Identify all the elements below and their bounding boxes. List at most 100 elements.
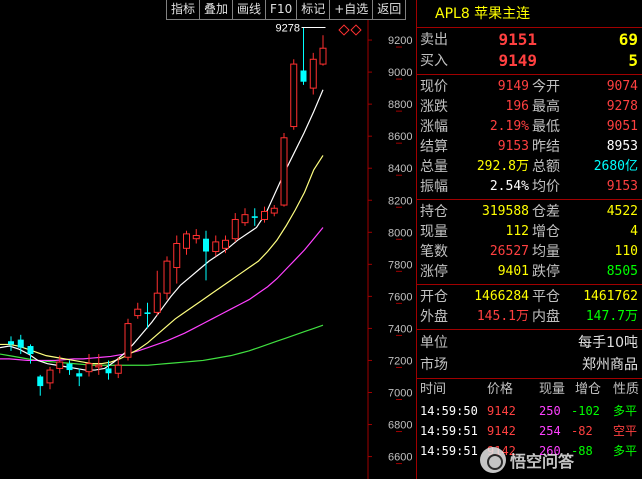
stat-value: 196 bbox=[505, 99, 529, 114]
tick-row: 14:59:51 9142 254 -82 空平 bbox=[417, 421, 642, 441]
stat-value: 1466284 bbox=[474, 289, 529, 304]
kline-chart[interactable]: 9200 9000 8800 8600 8400 8200 8000 7800 7600 7400… bbox=[0, 0, 416, 479]
stat-row: 涨停 9401 跌停 8505 bbox=[417, 262, 642, 282]
y-tick-label: 7200 bbox=[388, 355, 412, 367]
open-close-stats: 开仓 1466284 平仓 1461762 外盘 145.1万 内盘 147.7万 bbox=[417, 285, 642, 330]
stat-value: 1461762 bbox=[583, 289, 638, 304]
overlay-button[interactable]: 叠加 bbox=[199, 0, 233, 20]
candle-body bbox=[27, 346, 34, 355]
stat-label: 总量 bbox=[420, 159, 448, 175]
stat-value: 2.54% bbox=[489, 179, 529, 194]
tick-oi: -82 bbox=[571, 424, 593, 438]
stat-row: 现价 9149 今开 9074 bbox=[417, 77, 642, 97]
stat-value: 9153 bbox=[497, 139, 529, 154]
kline-svg: 9200 9000 8800 8600 8400 8200 8000 7800 7600 7400… bbox=[0, 0, 412, 479]
candle-body bbox=[183, 233, 190, 249]
market-row: 市场 郑州商品 bbox=[417, 354, 642, 376]
stat-label: 均价 bbox=[532, 179, 560, 195]
stat-value: 145.1万 bbox=[476, 309, 529, 324]
candle-body bbox=[261, 210, 268, 220]
candle-body bbox=[222, 239, 229, 249]
stat-value: 8953 bbox=[606, 139, 638, 154]
candle-body bbox=[173, 243, 181, 269]
price-stats: 现价 9149 今开 9074 涨跌 196 最高 9278 涨幅 2.19% 最低 9051 结算 91… bbox=[417, 75, 642, 200]
tick-header-volume: 现量 bbox=[539, 382, 566, 397]
y-tick-label: 7800 bbox=[388, 259, 412, 271]
stat-label: 今开 bbox=[532, 79, 560, 95]
candle-body bbox=[124, 323, 132, 358]
stat-value: 9401 bbox=[497, 264, 529, 279]
stat-value: 9278 bbox=[606, 99, 638, 114]
stat-row: 笔数 26527 均量 110 bbox=[417, 242, 642, 262]
y-tick-label: 8400 bbox=[388, 163, 412, 175]
candle-body bbox=[105, 368, 112, 374]
f10-button[interactable]: F10 bbox=[265, 0, 297, 20]
candle-body bbox=[231, 218, 239, 240]
stat-value: 2.19% bbox=[489, 119, 529, 134]
y-tick-label: 8200 bbox=[388, 195, 412, 207]
stat-row: 结算 9153 昨结 8953 bbox=[417, 137, 642, 157]
stat-row: 振幅 2.54% 均价 9153 bbox=[417, 177, 642, 197]
add-watchlist-button[interactable]: +自选 bbox=[329, 0, 373, 20]
candle-body bbox=[114, 364, 122, 374]
stat-value: 8505 bbox=[606, 264, 638, 279]
candle-body bbox=[212, 241, 220, 253]
stat-label: 最低 bbox=[532, 119, 560, 135]
unit-value: 每手10吨 bbox=[578, 335, 638, 351]
draw-line-button[interactable]: 画线 bbox=[232, 0, 266, 20]
candle-body bbox=[56, 361, 64, 369]
tick-kind: 空平 bbox=[613, 424, 638, 438]
candle-body bbox=[37, 376, 44, 387]
stat-row: 涨幅 2.19% 最低 9051 bbox=[417, 117, 642, 137]
market-value: 郑州商品 bbox=[582, 357, 638, 373]
high-annotation: 9278 bbox=[276, 23, 300, 35]
candle-body bbox=[144, 312, 151, 314]
stat-label: 昨结 bbox=[532, 139, 560, 155]
ma-line-yellow bbox=[0, 155, 324, 365]
stat-label: 跌停 bbox=[532, 264, 560, 280]
bid-volume: 5 bbox=[628, 51, 638, 70]
stat-label: 总额 bbox=[532, 159, 560, 175]
indicator-button[interactable]: 指标 bbox=[166, 0, 200, 20]
candle-body bbox=[300, 70, 307, 82]
ask-volume: 69 bbox=[618, 30, 638, 49]
wukong-logo-icon bbox=[480, 447, 506, 473]
stat-row: 涨跌 196 最高 9278 bbox=[417, 97, 642, 117]
candle-body bbox=[192, 234, 200, 240]
y-tick-label: 8800 bbox=[388, 99, 412, 111]
tick-header: 时间 价格 现量 增仓 性质 bbox=[417, 379, 642, 401]
tick-oi: -102 bbox=[571, 404, 600, 418]
symbol-title: APL8 苹果主连 bbox=[417, 0, 642, 28]
unit-label: 单位 bbox=[420, 335, 448, 351]
stat-value: 110 bbox=[614, 244, 638, 259]
bid-row: 买入 9149 5 bbox=[417, 51, 642, 72]
candle-body bbox=[280, 137, 288, 206]
watermark-text: 悟空问答 bbox=[510, 452, 575, 471]
stat-row: 开仓 1466284 平仓 1461762 bbox=[417, 287, 642, 307]
stat-value: 147.7万 bbox=[585, 309, 638, 324]
candle-body bbox=[290, 63, 298, 128]
stat-value: 4522 bbox=[606, 204, 638, 219]
y-tick-label: 6600 bbox=[388, 452, 412, 464]
ask-label: 卖出 bbox=[420, 32, 448, 48]
stat-label: 最高 bbox=[532, 99, 560, 115]
mark-button[interactable]: 标记 bbox=[296, 0, 330, 20]
y-tick-label: 7000 bbox=[388, 387, 412, 399]
stat-row: 外盘 145.1万 内盘 147.7万 bbox=[417, 307, 642, 327]
stat-value: 9153 bbox=[606, 179, 638, 194]
y-tick-label: 7600 bbox=[388, 291, 412, 303]
tick-price: 9142 bbox=[487, 424, 516, 438]
candle-body bbox=[163, 260, 171, 294]
bid-label: 买入 bbox=[420, 53, 448, 69]
tick-time: 14:59:50 bbox=[420, 404, 478, 418]
tick-header-price: 价格 bbox=[487, 382, 514, 397]
back-button[interactable]: 返回 bbox=[372, 0, 407, 20]
stat-value: 2680亿 bbox=[593, 159, 638, 174]
stat-row: 持仓 319588 仓差 4522 bbox=[417, 202, 642, 222]
stat-value: 9074 bbox=[606, 79, 638, 94]
stat-value: 4 bbox=[630, 224, 638, 239]
candle-body bbox=[153, 292, 161, 313]
quote-panel: APL8 苹果主连 卖出 9151 69 买入 9149 5 现价 9149 今开 9… bbox=[416, 0, 642, 479]
stat-label: 外盘 bbox=[420, 309, 448, 325]
stat-label: 开仓 bbox=[420, 289, 448, 305]
